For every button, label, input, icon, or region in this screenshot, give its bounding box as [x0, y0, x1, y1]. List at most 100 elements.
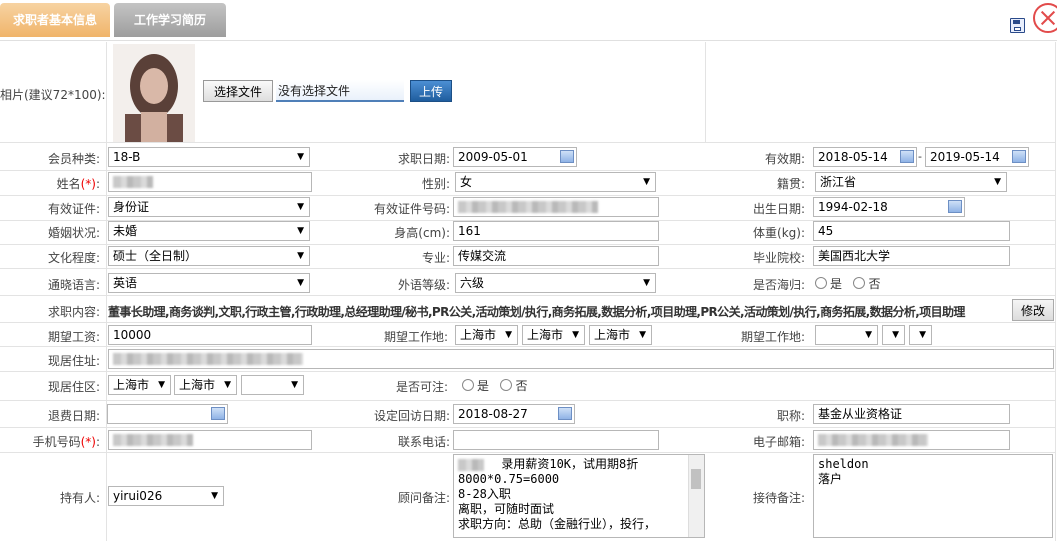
overseas-yes-radio[interactable]	[815, 277, 827, 289]
visa-no-radio[interactable]	[500, 379, 513, 391]
redacted-email	[818, 434, 928, 446]
overseas-radio-group: 是 否	[815, 275, 880, 292]
language-level-select[interactable]: 六级 ▼	[455, 273, 656, 293]
advisor-note-label: 顾问备注:	[397, 491, 450, 505]
origin-select[interactable]: 浙江省 ▼	[815, 172, 1007, 192]
tab-basic-info[interactable]: 求职者基本信息	[0, 3, 110, 37]
work-location2-province-select[interactable]: ▼	[815, 325, 878, 345]
work-location-district-value: 上海市	[594, 328, 631, 342]
job-date-value: 2009-05-01	[458, 150, 528, 164]
language-select[interactable]: 英语 ▼	[108, 273, 310, 293]
holder-select[interactable]: yirui026 ▼	[108, 486, 224, 506]
school-input[interactable]: 美国西北大学	[813, 246, 1010, 266]
row-divider	[0, 295, 1055, 296]
valid-end-value: 2019-05-14	[930, 150, 1000, 164]
work-location2-city-select[interactable]: ▼	[882, 325, 905, 345]
district-province-select[interactable]: 上海市 ▼	[108, 375, 171, 395]
district-area-select[interactable]: ▼	[241, 375, 304, 395]
row-divider	[0, 244, 1055, 245]
work-location-city-select[interactable]: 上海市 ▼	[522, 325, 585, 345]
work-location2-district-select[interactable]: ▼	[909, 325, 932, 345]
overseas-yes-label: 是	[830, 277, 843, 291]
district-city-select[interactable]: 上海市 ▼	[174, 375, 237, 395]
salary-input[interactable]: 10000	[108, 325, 312, 345]
language-label: 通晓语言:	[47, 278, 100, 292]
mobile-input[interactable]	[108, 430, 312, 450]
birth-date-input[interactable]: 1994-02-18	[813, 197, 965, 217]
reception-note-textarea[interactable]: sheldon 落户	[813, 454, 1053, 538]
job-content-text: 董事长助理,商务谈判,文职,行政主管,行政助理,总经理助理/秘书,PR公关,活动…	[108, 305, 965, 319]
chevron-down-icon: ▼	[297, 278, 304, 288]
upload-button[interactable]: 上传	[410, 80, 452, 102]
visa-no-label: 否	[515, 379, 528, 393]
calendar-icon[interactable]	[560, 150, 574, 163]
advisor-note-textarea[interactable]: 录用薪资10K，试用期8折 8000*0.75=6000 8-28入职 离职，可…	[453, 454, 705, 538]
major-label: 专业:	[421, 251, 450, 265]
chevron-down-icon: ▼	[224, 380, 231, 390]
col-divider	[705, 42, 706, 142]
calendar-icon[interactable]	[211, 407, 225, 420]
address-input[interactable]	[108, 349, 1054, 369]
work-location-province-select[interactable]: 上海市 ▼	[455, 325, 518, 345]
revisit-date-input[interactable]: 2018-08-27	[453, 404, 575, 424]
title-input[interactable]: 基金从业资格证	[813, 404, 1010, 424]
education-select[interactable]: 硕士（全日制） ▼	[108, 246, 310, 266]
save-icon[interactable]	[1010, 18, 1025, 33]
no-file-text: 没有选择文件	[276, 80, 404, 102]
redacted-name	[113, 176, 153, 188]
member-type-select[interactable]: 18-B ▼	[108, 147, 310, 167]
row-divider	[0, 322, 1055, 323]
email-input[interactable]	[813, 430, 1010, 450]
language-level-value: 六级	[460, 276, 485, 290]
chevron-down-icon: ▼	[211, 491, 218, 501]
marital-value: 未婚	[113, 224, 138, 238]
chevron-down-icon: ▼	[297, 152, 304, 162]
col-divider	[1055, 42, 1056, 541]
row-divider	[0, 142, 1055, 143]
id-type-value: 身份证	[113, 200, 150, 214]
major-input[interactable]: 传媒交流	[453, 246, 659, 266]
refund-date-input[interactable]	[107, 404, 228, 424]
row-divider	[0, 170, 1055, 171]
row-divider	[0, 452, 1055, 453]
close-icon[interactable]	[1033, 3, 1057, 33]
chevron-down-icon: ▼	[919, 330, 926, 340]
calendar-icon[interactable]	[1012, 150, 1026, 163]
visa-yes-label: 是	[477, 379, 490, 393]
reception-note-label: 接待备注:	[752, 491, 805, 505]
language-value: 英语	[113, 276, 138, 290]
calendar-icon[interactable]	[558, 407, 572, 420]
name-input[interactable]	[108, 172, 312, 192]
valid-end-input[interactable]: 2019-05-14	[925, 147, 1029, 167]
overseas-no-radio[interactable]	[853, 277, 866, 289]
id-number-input[interactable]	[453, 197, 659, 217]
valid-period-label: 有效期:	[764, 152, 805, 166]
marital-select[interactable]: 未婚 ▼	[108, 221, 310, 241]
weight-input[interactable]: 45	[813, 221, 1010, 241]
visa-yes-radio[interactable]	[462, 379, 474, 391]
id-number-label: 有效证件号码:	[373, 202, 450, 216]
calendar-icon[interactable]	[948, 200, 962, 213]
photo-label: 相片(建议72*100):	[0, 88, 106, 102]
row-divider	[0, 346, 1055, 347]
work-location-city-value: 上海市	[527, 328, 564, 342]
choose-file-button[interactable]: 选择文件	[203, 80, 273, 102]
tab-resume[interactable]: 工作学习简历	[114, 3, 226, 37]
textarea-scrollbar[interactable]	[688, 455, 704, 537]
job-date-input[interactable]: 2009-05-01	[453, 147, 577, 167]
calendar-icon[interactable]	[900, 150, 914, 163]
height-input[interactable]: 161	[453, 221, 659, 241]
id-type-select[interactable]: 身份证 ▼	[108, 197, 310, 217]
valid-start-input[interactable]: 2018-05-14	[813, 147, 917, 167]
mobile-label-text: 手机号码	[32, 435, 81, 449]
edit-job-content-button[interactable]: 修改	[1012, 299, 1054, 321]
phone-input[interactable]	[453, 430, 659, 450]
label-colon: :	[95, 435, 100, 449]
gender-select[interactable]: 女 ▼	[455, 172, 656, 192]
work-location-district-select[interactable]: 上海市 ▼	[589, 325, 652, 345]
scrollbar-thumb[interactable]	[691, 469, 701, 489]
overseas-no-label: 否	[868, 277, 881, 291]
title-label: 职称:	[776, 409, 805, 423]
language-level-label: 外语等级:	[397, 278, 450, 292]
chevron-down-icon: ▼	[865, 330, 872, 340]
